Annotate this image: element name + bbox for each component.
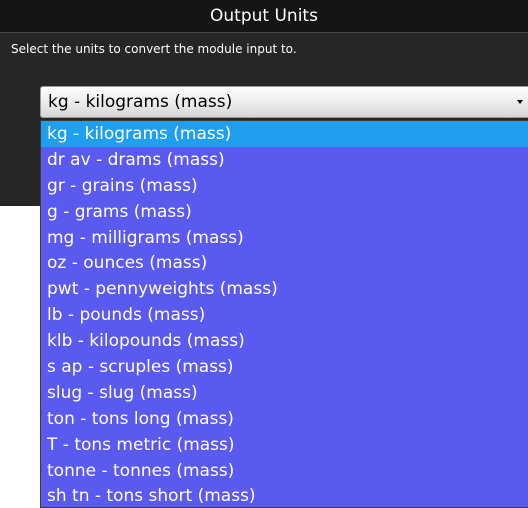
- unit-option-lb[interactable]: lb - pounds (mass): [41, 302, 528, 328]
- output-units-select[interactable]: kg - kilograms (mass): [40, 86, 528, 118]
- unit-option-g[interactable]: g - grams (mass): [41, 199, 528, 225]
- instructions-text: Select the units to convert the module i…: [11, 42, 297, 56]
- selected-unit-value: kg - kilograms (mass): [48, 92, 233, 112]
- unit-option-tonne[interactable]: tonne - tonnes (mass): [41, 458, 528, 484]
- unit-option-dr-av[interactable]: dr av - drams (mass): [41, 147, 528, 173]
- unit-option-mg[interactable]: mg - milligrams (mass): [41, 225, 528, 251]
- unit-option-gr[interactable]: gr - grains (mass): [41, 173, 528, 199]
- unit-option-ton[interactable]: ton - tons long (mass): [41, 406, 528, 432]
- unit-option-t-metric[interactable]: T - tons metric (mass): [41, 432, 528, 458]
- unit-option-kg[interactable]: kg - kilograms (mass): [41, 121, 528, 147]
- unit-option-slug[interactable]: slug - slug (mass): [41, 380, 528, 406]
- unit-option-klb[interactable]: klb - kilopounds (mass): [41, 328, 528, 354]
- dropdown-arrow-icon[interactable]: [517, 100, 523, 104]
- dialog-title: Output Units: [0, 0, 528, 33]
- unit-options-list[interactable]: kg - kilograms (mass) dr av - drams (mas…: [40, 120, 528, 508]
- unit-option-s-ap[interactable]: s ap - scruples (mass): [41, 354, 528, 380]
- unit-option-oz[interactable]: oz - ounces (mass): [41, 250, 528, 276]
- unit-option-pwt[interactable]: pwt - pennyweights (mass): [41, 276, 528, 302]
- unit-option-sh-tn[interactable]: sh tn - tons short (mass): [41, 483, 528, 507]
